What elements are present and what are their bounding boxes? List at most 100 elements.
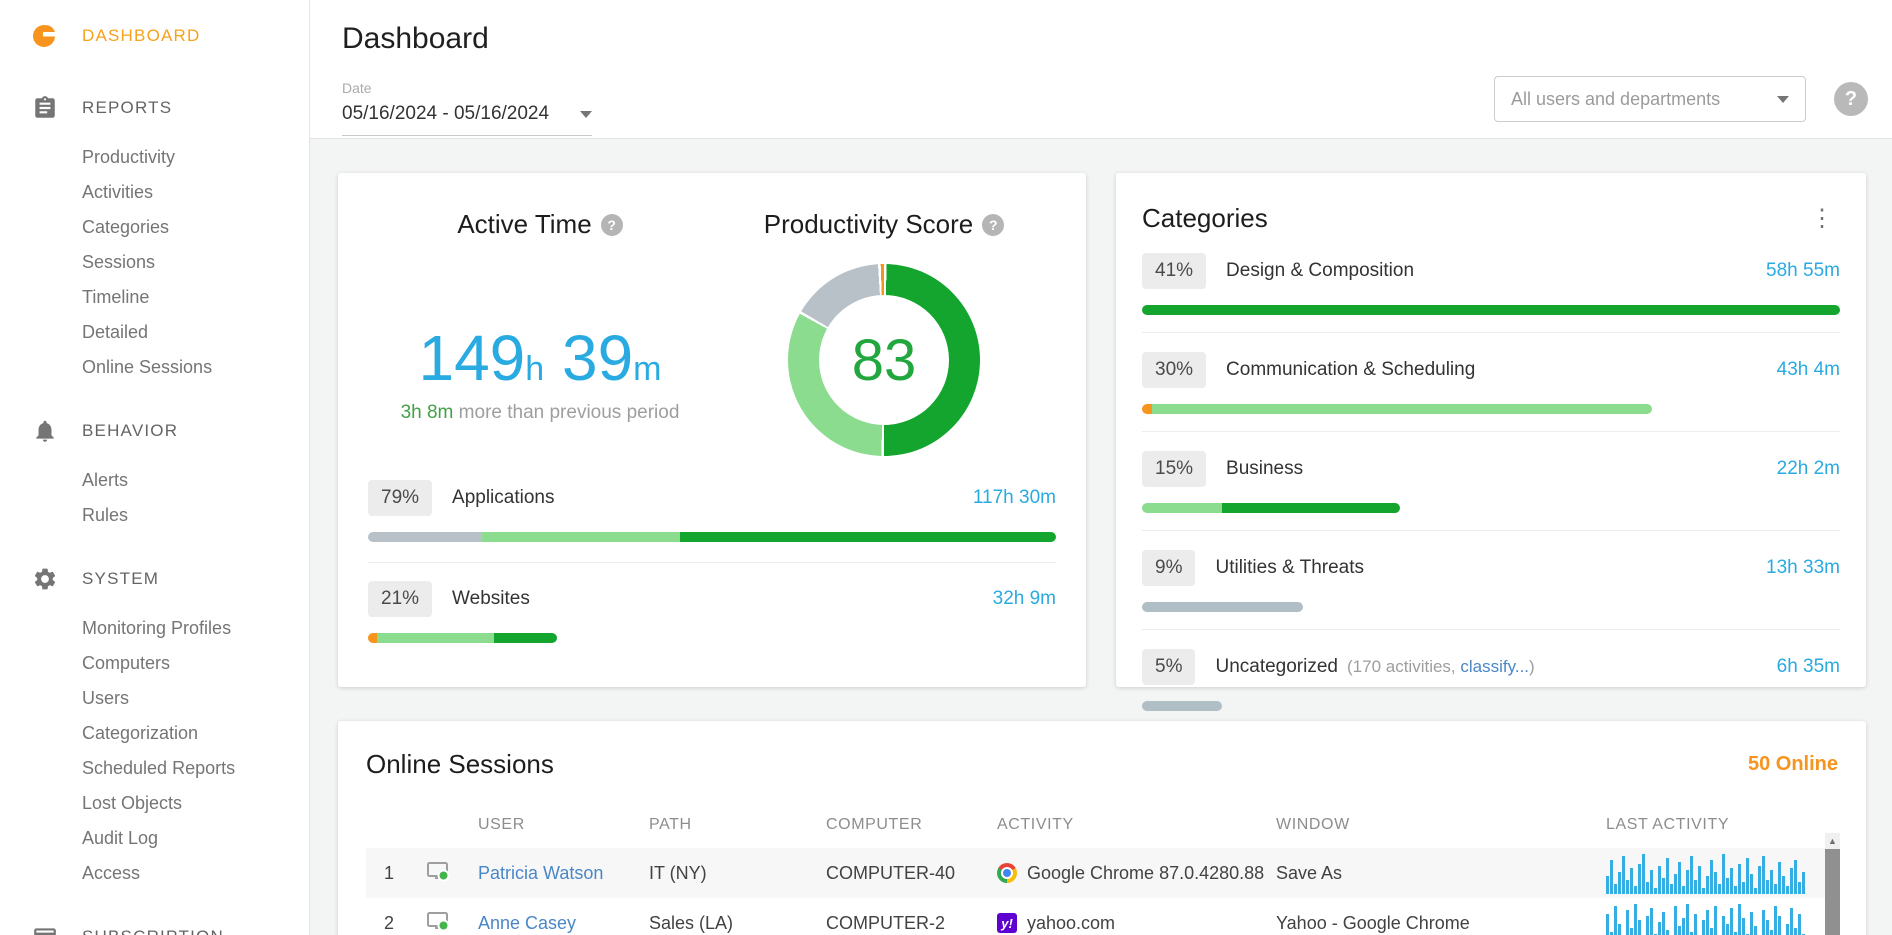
websites-label: Websites (452, 588, 530, 610)
sidebar-section-label: SYSTEM (82, 569, 159, 589)
category-label: Business (1226, 458, 1303, 480)
help-button[interactable]: ? (1834, 82, 1868, 116)
user-link[interactable]: Anne Casey (478, 913, 649, 934)
main-area: Dashboard Date 05/16/2024 - 05/16/2024 A… (310, 0, 1892, 935)
sidebar-item-categorization[interactable]: Categorization (82, 716, 309, 751)
computer-cell: COMPUTER-40 (826, 863, 997, 884)
chevron-down-icon (1777, 96, 1789, 103)
scrollbar-thumb[interactable] (1825, 849, 1840, 935)
kebab-menu-icon[interactable]: ⋮ (1804, 207, 1840, 231)
sidebar-item-rules[interactable]: Rules (82, 498, 309, 533)
sidebar-item-timeline[interactable]: Timeline (82, 280, 309, 315)
table-row[interactable]: 1 Patricia Watson IT (NY) COMPUTER-40 Go… (366, 848, 1838, 898)
users-departments-dropdown[interactable]: All users and departments (1494, 76, 1806, 122)
question-mark-icon: ? (1845, 88, 1857, 111)
active-time-title: Active Time (457, 209, 591, 240)
scroll-up-icon[interactable]: ▲ (1825, 833, 1840, 849)
applications-label: Applications (452, 487, 554, 509)
chrome-icon (997, 863, 1017, 883)
sidebar-section-label: REPORTS (82, 98, 172, 118)
online-sessions-card: Online Sessions 50 Online USER PATH COMP… (338, 721, 1866, 935)
category-percent-badge: 9% (1142, 550, 1195, 586)
dashboard-content: Active Time ? 149h 39m 3h 8m more than p… (310, 139, 1892, 935)
date-range-value: 05/16/2024 - 05/16/2024 (342, 103, 549, 125)
sidebar-item-lost-objects[interactable]: Lost Objects (82, 786, 309, 821)
sidebar-item-detailed[interactable]: Detailed (82, 315, 309, 350)
sidebar-item-categories[interactable]: Categories (82, 210, 309, 245)
brand-logo-icon (30, 21, 60, 51)
category-row: 41% Design & Composition 58h 55m (1142, 234, 1840, 333)
categories-title: Categories (1142, 203, 1268, 234)
classify-link[interactable]: classify... (1460, 657, 1529, 676)
table-scrollbar[interactable]: ▲ (1825, 833, 1840, 935)
sidebar-section-reports-header[interactable]: REPORTS (0, 82, 309, 134)
sidebar-section-system-header[interactable]: SYSTEM (0, 553, 309, 605)
sidebar-section-subscription-header[interactable]: SUBSCRIPTION (0, 911, 309, 935)
sidebar-item-computers[interactable]: Computers (82, 646, 309, 681)
productivity-donut-chart: 83 (788, 264, 980, 456)
category-bar (1142, 404, 1652, 414)
column-computer: COMPUTER (826, 816, 997, 834)
sidebar-item-audit-log[interactable]: Audit Log (82, 821, 309, 856)
page-title: Dashboard (342, 22, 1868, 56)
category-bar (1142, 602, 1303, 612)
clipboard-icon (30, 93, 60, 123)
sidebar-section-reports: REPORTS Productivity Activities Categori… (0, 82, 309, 385)
sidebar-item-online-sessions[interactable]: Online Sessions (82, 350, 309, 385)
sidebar-item-productivity[interactable]: Productivity (82, 140, 309, 175)
sidebar-section-subscription: SUBSCRIPTION (0, 911, 309, 935)
online-count-badge: 50 Online (1748, 753, 1838, 776)
category-label: Design & Composition (1226, 260, 1414, 282)
category-row: 9% Utilities & Threats 13h 33m (1142, 531, 1840, 630)
sidebar-item-activities[interactable]: Activities (82, 175, 309, 210)
row-number: 2 (366, 913, 426, 934)
sidebar-item-users[interactable]: Users (82, 681, 309, 716)
applications-percent-badge: 79% (368, 480, 432, 516)
category-label: Communication & Scheduling (1226, 359, 1475, 381)
category-value: 43h 4m (1777, 359, 1840, 381)
column-last-activity: LAST ACTIVITY (1606, 816, 1838, 834)
sidebar-section-label: SUBSCRIPTION (82, 927, 224, 935)
active-time-value: 149h 39m (401, 326, 680, 390)
column-user: USER (478, 816, 649, 834)
category-percent-badge: 5% (1142, 649, 1195, 685)
date-label: Date (342, 80, 592, 96)
category-row: 30% Communication & Scheduling 43h 4m (1142, 333, 1840, 432)
category-bar (1142, 305, 1840, 315)
category-value: 6h 35m (1777, 656, 1840, 678)
category-label: Uncategorized (1215, 656, 1338, 678)
sidebar-item-alerts[interactable]: Alerts (82, 463, 309, 498)
category-bar (1142, 503, 1400, 513)
date-range-picker[interactable]: Date 05/16/2024 - 05/16/2024 (342, 80, 592, 136)
sidebar-item-access[interactable]: Access (82, 856, 309, 891)
user-link[interactable]: Patricia Watson (478, 863, 649, 884)
sidebar-section-label: BEHAVIOR (82, 421, 178, 441)
websites-bar (368, 633, 557, 643)
divider (368, 562, 1056, 563)
sidebar-item-sessions[interactable]: Sessions (82, 245, 309, 280)
credit-card-icon (30, 922, 60, 935)
help-icon[interactable]: ? (982, 214, 1004, 236)
sidebar-item-label: DASHBOARD (82, 26, 201, 46)
category-percent-badge: 30% (1142, 352, 1206, 388)
column-window: WINDOW (1276, 816, 1606, 834)
websites-percent-badge: 21% (368, 581, 432, 617)
yahoo-icon: y! (997, 913, 1017, 933)
page-header: Dashboard Date 05/16/2024 - 05/16/2024 A… (310, 0, 1892, 139)
activity-cell: yahoo.com (1027, 913, 1115, 934)
last-activity-sparkline (1606, 902, 1808, 935)
sidebar: DASHBOARD REPORTS Productivity Activitie… (0, 0, 310, 935)
sidebar-section-behavior-header[interactable]: BEHAVIOR (0, 405, 309, 457)
category-percent-badge: 15% (1142, 451, 1206, 487)
help-icon[interactable]: ? (601, 214, 623, 236)
sidebar-item-scheduled-reports[interactable]: Scheduled Reports (82, 751, 309, 786)
sidebar-item-dashboard[interactable]: DASHBOARD (0, 10, 309, 62)
category-extra: (170 activities, classify...) (1347, 657, 1535, 677)
active-time-card: Active Time ? 149h 39m 3h 8m more than p… (338, 173, 1086, 687)
category-row: 15% Business 22h 2m (1142, 432, 1840, 531)
productivity-score-value: 83 (852, 327, 917, 394)
app-root: DASHBOARD REPORTS Productivity Activitie… (0, 0, 1892, 935)
table-row[interactable]: 2 Anne Casey Sales (LA) COMPUTER-2 y! ya… (366, 898, 1838, 935)
sidebar-item-monitoring-profiles[interactable]: Monitoring Profiles (82, 611, 309, 646)
chevron-down-icon (580, 111, 592, 118)
